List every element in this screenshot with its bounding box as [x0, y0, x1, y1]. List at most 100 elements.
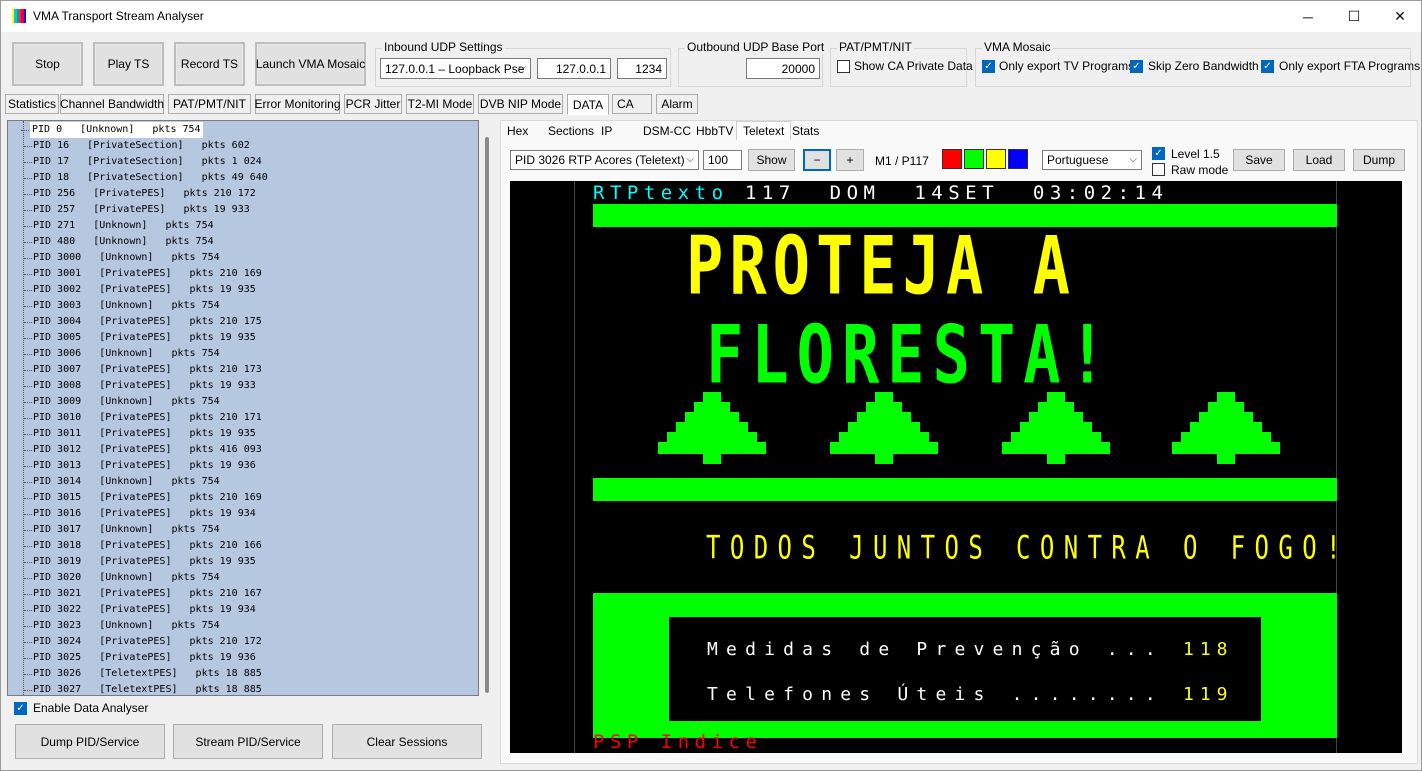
pid-tree-item[interactable]: PID 480 [Unknown] pkts 754	[24, 234, 214, 250]
pid-tree-item[interactable]: PID 3019 [PrivatePES] pkts 19 935	[24, 554, 256, 570]
pid-tree-scrollbar[interactable]	[481, 120, 497, 696]
pid-tree-item[interactable]: PID 3007 [PrivatePES] pkts 210 173	[24, 362, 262, 378]
tab-alarm[interactable]: Alarm	[656, 94, 698, 114]
pid-tree-item[interactable]: PID 3004 [PrivatePES] pkts 210 175	[24, 314, 262, 330]
pid-tree-item[interactable]: PID 3002 [PrivatePES] pkts 19 935	[24, 282, 256, 298]
subtab-ip[interactable]: IP	[595, 121, 618, 140]
inbound-port-field[interactable]: 1234	[617, 58, 667, 79]
dump-button[interactable]: Dump	[1353, 149, 1405, 171]
pid-tree-item[interactable]: PID 3003 [Unknown] pkts 754	[24, 298, 220, 314]
close-button[interactable]: ✕	[1377, 1, 1421, 32]
pid-tree-item[interactable]: PID 257 [PrivatePES] pkts 19 933	[24, 202, 250, 218]
pid-tree-item[interactable]: PID 3006 [Unknown] pkts 754	[24, 346, 220, 362]
pid-tree-item[interactable]: PID 3016 [PrivatePES] pkts 19 934	[24, 506, 256, 522]
show-button[interactable]: Show	[748, 149, 795, 171]
pid-tree-item[interactable]: PID 3013 [PrivatePES] pkts 19 936	[24, 458, 256, 474]
menu-page-118[interactable]: 118	[1183, 639, 1234, 660]
pid-tree-item[interactable]: PID 3017 [Unknown] pkts 754	[24, 522, 220, 538]
save-button[interactable]: Save	[1233, 149, 1285, 171]
pid-tree-item[interactable]: PID 0 [Unknown] pkts 754	[21, 122, 203, 138]
menu-inner-box	[669, 617, 1261, 721]
pid-tree-item[interactable]: PID 3011 [PrivatePES] pkts 19 935	[24, 426, 256, 442]
menu-item-phones[interactable]: Telefones Úteis ........	[707, 684, 1164, 705]
pid-tree-item[interactable]: PID 3000 [Unknown] pkts 754	[24, 250, 220, 266]
pid-tree-item[interactable]: PID 3021 [PrivatePES] pkts 210 167	[24, 586, 262, 602]
language-select[interactable]: Portuguese ⌵	[1042, 150, 1142, 170]
subtab-teletext[interactable]: Teletext	[736, 121, 792, 140]
stream-pid-service-button[interactable]: Stream PID/Service	[173, 724, 323, 759]
page-number-field[interactable]: 100	[703, 150, 742, 170]
clear-sessions-button[interactable]: Clear Sessions	[332, 724, 482, 759]
yellow-fastext-button[interactable]	[986, 149, 1006, 169]
menu-page-119[interactable]: 119	[1183, 684, 1234, 705]
tab-data[interactable]: DATA	[567, 94, 609, 115]
subtab-sections[interactable]: Sections	[542, 121, 600, 140]
teletext-pid-select[interactable]: PID 3026 RTP Acores (Teletext) ⌵	[510, 150, 699, 170]
record-ts-button[interactable]: Record TS	[174, 42, 245, 86]
patpmt-title: PAT/PMT/NIT	[837, 40, 914, 54]
subtab-hex[interactable]: Hex	[501, 121, 534, 140]
interface-select[interactable]: 127.0.0.1 – Loopback Pse ⌵	[380, 58, 531, 79]
launch-mosaic-button[interactable]: Launch VMA Mosaic	[255, 42, 366, 86]
pid-tree-item[interactable]: PID 3020 [Unknown] pkts 754	[24, 570, 220, 586]
pid-tree-item[interactable]: PID 3005 [PrivatePES] pkts 19 935	[24, 330, 256, 346]
tab-pcr-jitter[interactable]: PCR Jitter	[344, 94, 402, 114]
tab-statistics[interactable]: Statistics	[5, 94, 59, 114]
raw-mode-checkbox[interactable]	[1152, 163, 1165, 176]
pid-tree-item[interactable]: PID 3014 [Unknown] pkts 754	[24, 474, 220, 490]
level15-checkbox[interactable]: ✓	[1152, 147, 1165, 160]
magazine-page-label: M1 / P117	[875, 154, 929, 168]
enable-data-analyser-checkbox[interactable]: ✓	[14, 702, 27, 715]
tab-error-monitoring[interactable]: Error Monitoring	[254, 94, 341, 114]
skip-zero-checkbox[interactable]: ✓	[1130, 60, 1143, 73]
subtab-dsm-cc[interactable]: DSM-CC	[637, 121, 697, 140]
raw-mode-label: Raw mode	[1171, 163, 1229, 177]
pid-tree-item[interactable]: PID 17 [PrivateSection] pkts 1 024	[24, 154, 262, 170]
inbound-address-field[interactable]: 127.0.0.1	[537, 58, 611, 79]
tab-dvb-nip-mode[interactable]: DVB NIP Mode	[478, 94, 563, 114]
pid-tree-item[interactable]: PID 256 [PrivatePES] pkts 210 172	[24, 186, 256, 202]
dump-pid-service-button[interactable]: Dump PID/Service	[15, 724, 165, 759]
stop-button[interactable]: Stop	[12, 42, 83, 86]
pid-tree-item[interactable]: PID 3026 [TeletextPES] pkts 18 885	[24, 666, 262, 682]
pid-tree[interactable]: PID 0 [Unknown] pkts 754 PID 16 [PrivateS…	[7, 120, 479, 696]
maximize-button[interactable]: ☐	[1331, 1, 1377, 32]
pid-tree-item[interactable]: PID 271 [Unknown] pkts 754	[24, 218, 214, 234]
pid-tree-item[interactable]: PID 3023 [Unknown] pkts 754	[24, 618, 220, 634]
pid-tree-item[interactable]: PID 3018 [PrivatePES] pkts 210 166	[24, 538, 262, 554]
pid-tree-item[interactable]: PID 3022 [PrivatePES] pkts 19 934	[24, 602, 256, 618]
minimize-button[interactable]: ─	[1285, 1, 1331, 32]
pid-tree-item[interactable]: PID 3010 [PrivatePES] pkts 210 171	[24, 410, 262, 426]
page-plus-button[interactable]: +	[836, 149, 864, 171]
outbound-port-field[interactable]: 20000	[746, 58, 820, 79]
menu-item-prevention[interactable]: Medidas de Prevenção ...	[707, 639, 1164, 660]
pid-tree-item[interactable]: PID 18 [PrivateSection] pkts 49 640	[24, 170, 268, 186]
pid-tree-item[interactable]: PID 3025 [PrivatePES] pkts 19 936	[24, 650, 256, 666]
show-ca-checkbox[interactable]	[837, 60, 850, 73]
pid-tree-scroll-thumb[interactable]	[485, 137, 489, 693]
subtab-hbbtv[interactable]: HbbTV	[690, 121, 739, 140]
pid-tree-item[interactable]: PID 16 [PrivateSection] pkts 602	[24, 138, 250, 154]
tab-ca[interactable]: CA	[612, 94, 652, 114]
blue-fastext-button[interactable]	[1008, 149, 1028, 169]
tab-t2mi-mode[interactable]: T2-MI Mode	[406, 94, 474, 114]
pid-tree-item[interactable]: PID 3008 [PrivatePES] pkts 19 933	[24, 378, 256, 394]
green-fastext-button[interactable]	[964, 149, 984, 169]
pid-tree-item[interactable]: PID 3001 [PrivatePES] pkts 210 169	[24, 266, 262, 282]
subtab-stats[interactable]: Stats	[786, 121, 825, 140]
load-button[interactable]: Load	[1293, 149, 1345, 171]
pid-tree-item[interactable]: PID 3009 [Unknown] pkts 754	[24, 394, 220, 410]
red-fastext-button[interactable]	[942, 149, 962, 169]
pid-tree-item[interactable]: PID 3024 [PrivatePES] pkts 210 172	[24, 634, 262, 650]
pid-tree-item[interactable]: PID 3015 [PrivatePES] pkts 210 169	[24, 490, 262, 506]
page-minus-button[interactable]: −	[803, 149, 831, 171]
teletext-footer[interactable]: PSP Indice	[593, 731, 762, 753]
play-ts-button[interactable]: Play TS	[93, 42, 164, 86]
only-tv-checkbox[interactable]: ✓	[982, 60, 995, 73]
pid-tree-item[interactable]: PID 3012 [PrivatePES] pkts 416 093	[24, 442, 262, 458]
tab-pat-pmt-nit[interactable]: PAT/PMT/NIT	[168, 94, 251, 114]
tab-channel-bandwidth[interactable]: Channel Bandwidth	[60, 94, 164, 114]
pid-tree-item[interactable]: PID 3027 [TeletextPES] pkts 18 885	[24, 682, 262, 695]
window-title: VMA Transport Stream Analyser	[33, 9, 204, 23]
only-fta-checkbox[interactable]: ✓	[1261, 60, 1274, 73]
